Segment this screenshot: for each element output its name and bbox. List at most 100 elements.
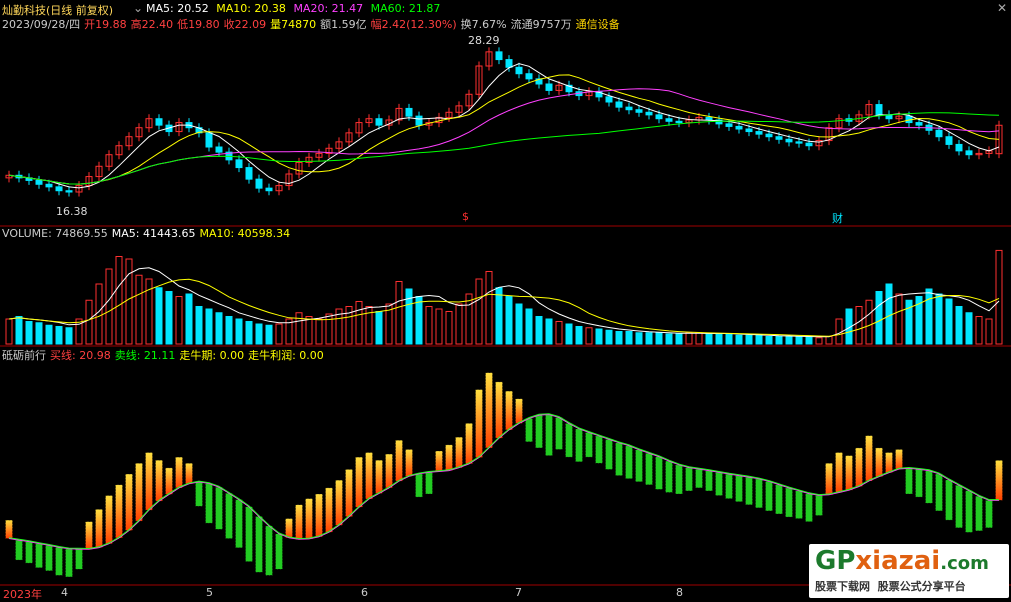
candle-body	[875, 104, 883, 116]
volume-bar	[205, 308, 213, 345]
indicator-block	[635, 449, 643, 482]
watermark-logo: GPxiazai.com 股票下载网 股票公式分享平台	[809, 544, 1009, 598]
indicator-block	[765, 481, 773, 512]
volume-bar	[505, 296, 513, 345]
volume-bar	[825, 336, 833, 345]
volume-bar	[675, 333, 683, 345]
volume-bar	[885, 283, 893, 345]
indicator-block	[25, 541, 33, 564]
volume-bar	[485, 271, 493, 345]
volume-bar	[245, 321, 253, 345]
x-tick-1: 4	[61, 586, 68, 599]
volume-bar	[535, 316, 543, 345]
volume-bar	[875, 291, 883, 345]
candle-body	[965, 150, 973, 156]
indicator-block	[55, 547, 63, 576]
candle-body	[935, 129, 943, 138]
volume-bar	[15, 316, 23, 345]
x-tick-5: 8	[676, 586, 683, 599]
volume-bar	[545, 318, 553, 345]
indicator-block	[705, 470, 713, 492]
volume-bar	[215, 312, 223, 345]
candle-body	[525, 73, 533, 80]
indicator-block	[245, 506, 253, 562]
indicator-block	[845, 455, 853, 491]
indicator-block	[775, 484, 783, 515]
volume-bar	[785, 336, 793, 345]
indicator-block	[515, 398, 523, 424]
indicator-block	[695, 468, 703, 489]
indicator-block	[405, 449, 413, 477]
indicator-block	[935, 473, 943, 512]
volume-bar	[55, 326, 63, 345]
volume-bar	[515, 303, 523, 345]
candle-body	[725, 123, 733, 127]
candle-body	[615, 101, 623, 108]
volume-bar	[125, 258, 133, 345]
volume-bar	[855, 306, 863, 345]
indicator-block	[375, 460, 383, 494]
indicator-block	[205, 483, 213, 524]
volume-bar	[135, 274, 143, 345]
volume-bar	[665, 333, 673, 345]
candle-body	[705, 116, 713, 121]
volume-bar	[115, 256, 123, 345]
volume-bar	[975, 316, 983, 345]
indicator-block	[475, 389, 483, 458]
indicator-block	[305, 498, 313, 540]
indicator-block	[365, 452, 373, 500]
indicator-block	[675, 464, 683, 495]
candle-body	[795, 141, 803, 144]
candle-body	[635, 109, 643, 113]
indicator-block	[595, 435, 603, 464]
volume-bar	[955, 306, 963, 345]
indicator-block	[995, 460, 1003, 501]
indicator-block	[535, 414, 543, 449]
event-marker-a[interactable]: $	[462, 210, 469, 223]
volume-bar	[645, 332, 653, 345]
candle-body	[915, 122, 923, 126]
candle-body	[45, 183, 53, 188]
indicator-block	[455, 436, 463, 468]
indicator-block	[735, 475, 743, 502]
volume-bar	[525, 308, 533, 345]
indicator-block	[45, 545, 53, 571]
candle-body	[675, 120, 683, 124]
volume-bar	[585, 327, 593, 345]
candle-body	[655, 114, 663, 120]
candle-body	[495, 51, 503, 61]
indicator-block	[925, 470, 933, 504]
indicator-block	[295, 504, 303, 540]
indicator-block	[915, 469, 923, 498]
indicator-block	[225, 493, 233, 539]
indicator-block	[65, 548, 73, 578]
indicator-block	[955, 484, 963, 528]
volume-bar	[155, 287, 163, 345]
event-marker-b[interactable]: 财	[832, 210, 843, 226]
candle-body	[765, 133, 773, 138]
ma5-line	[8, 63, 1000, 189]
indicator-block	[945, 479, 953, 521]
indicator-block	[275, 533, 283, 570]
volume-bar	[305, 316, 313, 345]
volume-bar	[105, 268, 113, 345]
indicator-block	[565, 423, 573, 458]
indicator-block	[655, 456, 663, 490]
volume-bar	[945, 298, 953, 345]
candle-body	[215, 146, 223, 153]
volume-bar	[965, 312, 973, 345]
indicator-block	[115, 484, 123, 539]
indicator-block	[155, 460, 163, 502]
indicator-block	[485, 372, 493, 449]
candle-body	[65, 190, 73, 193]
indicator-block	[905, 468, 913, 495]
volume-bar	[355, 301, 363, 345]
indicator-block	[505, 390, 513, 431]
candle-body	[735, 125, 743, 130]
volume-bar	[805, 336, 813, 345]
indicator-block	[895, 449, 903, 470]
low-price-label: 16.38	[56, 205, 88, 218]
volume-bar	[655, 332, 663, 345]
indicator-block	[35, 543, 43, 568]
candle-body	[375, 118, 383, 126]
